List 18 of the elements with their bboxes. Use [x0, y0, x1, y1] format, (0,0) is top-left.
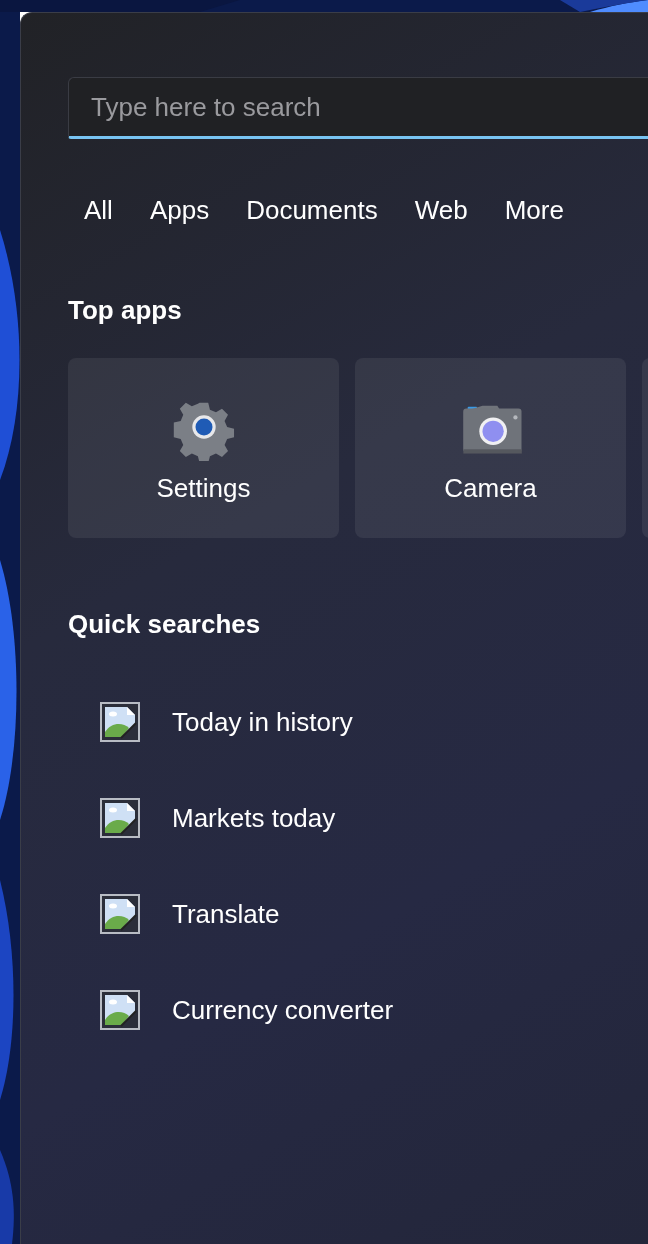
quick-search-item[interactable]: Markets today	[100, 798, 648, 838]
filter-tab[interactable]: More	[504, 192, 564, 228]
app-tile[interactable]: Settings	[68, 358, 339, 538]
broken-image-icon	[100, 702, 140, 742]
broken-image-icon	[100, 894, 140, 934]
filter-tab[interactable]: Apps	[149, 192, 210, 228]
filter-tab[interactable]: Documents	[246, 192, 378, 228]
quick-search-item[interactable]: Currency converter	[100, 990, 648, 1030]
search-field[interactable]: Type here to search	[68, 77, 648, 139]
quick-search-item[interactable]: Translate	[100, 894, 648, 934]
filter-tab[interactable]: Web	[414, 192, 468, 228]
section-heading: Top apps	[68, 294, 183, 327]
section-heading: Quick searches	[68, 608, 262, 641]
quick-search-item[interactable]: Today in history	[100, 702, 648, 742]
filter-tab[interactable]: All	[84, 192, 113, 228]
app-tile[interactable]: Camera	[355, 358, 626, 538]
broken-image-icon	[100, 990, 140, 1030]
broken-image-icon	[100, 798, 140, 838]
